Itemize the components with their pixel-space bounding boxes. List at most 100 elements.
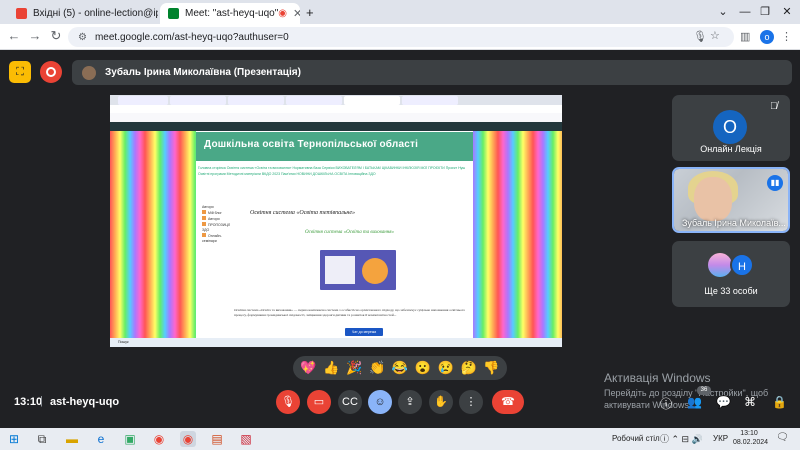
- presenter-label: Зубаль Ірина Миколаївна (Презентація): [105, 67, 301, 78]
- chat-icon[interactable]: 💬: [716, 395, 731, 409]
- people-icon[interactable]: 👥: [687, 395, 702, 409]
- avatar: Н: [730, 253, 754, 277]
- participant-name: Онлайн Лекція: [700, 144, 762, 154]
- reload-icon[interactable]: ↻: [48, 28, 64, 44]
- mic-off-button[interactable]: 🎙: [276, 390, 300, 414]
- start-icon[interactable]: ⊞: [6, 431, 22, 447]
- shared-blogger-bar: [110, 122, 562, 131]
- site-info-icon[interactable]: ⚙: [78, 32, 87, 43]
- clock-time: 13:10: [740, 430, 758, 437]
- blog-sidebar: Автори Мій блог Автори ПРОПОЗИЦІЇ ЗДО Он…: [202, 205, 236, 265]
- close-icon[interactable]: ✕: [293, 7, 300, 20]
- tab-label: Вхідні (5) - online-lection@ipp: [33, 8, 158, 19]
- reaction-thumbs-up-button[interactable]: 👍: [323, 360, 339, 376]
- app-icon[interactable]: ▣: [122, 431, 138, 447]
- info-icon[interactable]: ⓘ: [660, 395, 672, 412]
- rainbow-background-right: [473, 131, 562, 338]
- reaction-clap-button[interactable]: 👏: [369, 360, 385, 376]
- chat-badge: Чат до мережа: [345, 328, 383, 336]
- participant-tile[interactable]: 🎙̸ О Онлайн Лекція: [672, 95, 790, 161]
- stop-recording-button[interactable]: [40, 61, 62, 83]
- reaction-thinking-button[interactable]: 🤔: [460, 360, 476, 376]
- forward-icon[interactable]: →: [27, 28, 43, 43]
- sidebar-item: Онлайн-семінари: [202, 233, 222, 243]
- camera-off-button[interactable]: ▭: [307, 390, 331, 414]
- host-controls-icon[interactable]: 🔒: [772, 395, 787, 409]
- emoji-button[interactable]: ☺: [368, 390, 392, 414]
- participants-count-badge: 36: [697, 386, 711, 395]
- gmail-icon: [16, 8, 27, 19]
- sidebar-item: ПРОПОЗИЦІЇ ЗДО: [202, 222, 230, 232]
- profile-avatar[interactable]: o: [760, 30, 774, 44]
- record-icon: [46, 67, 56, 77]
- present-button[interactable]: ⇪: [398, 390, 422, 414]
- powerpoint-icon[interactable]: ▤: [209, 431, 225, 447]
- desktop-label[interactable]: Робочий стіл: [612, 434, 660, 443]
- end-call-button[interactable]: ☎: [492, 390, 524, 414]
- presenter-bar: Зубаль Ірина Миколаївна (Презентація): [72, 60, 792, 85]
- reaction-thumbs-down-button[interactable]: 👎: [483, 360, 499, 376]
- chrome-active-icon[interactable]: ◉: [180, 431, 196, 447]
- divider: |: [40, 395, 43, 407]
- microphone-icon[interactable]: 🎙: [693, 30, 707, 43]
- watermark-title: Активація Windows: [604, 371, 711, 385]
- taskbar-clock[interactable]: 13:10 08.02.2024: [733, 429, 769, 447]
- shared-address-bar: [110, 105, 562, 113]
- blog-menu: Головна сторінка Освітня система «Освіта…: [198, 166, 466, 176]
- edge-icon[interactable]: e: [93, 431, 109, 447]
- avatar: [82, 65, 96, 80]
- close-window-button[interactable]: ✕: [772, 3, 800, 21]
- activities-icon[interactable]: ⌘: [744, 395, 756, 409]
- more-participants-tile[interactable]: Н Ще 33 особи: [672, 241, 790, 307]
- more-options-button[interactable]: ⋮: [459, 390, 483, 414]
- participant-tile-speaking[interactable]: ▮▮ Зубаль Ірина Миколаїв...: [672, 167, 790, 233]
- blog-title: Дошкільна освіта Тернопільської області: [196, 132, 473, 161]
- captions-button[interactable]: CC: [338, 390, 362, 414]
- video-feed-detail: [694, 177, 732, 221]
- tab-inbox[interactable]: Вхідні (5) - online-lection@ipp ✕: [8, 3, 158, 24]
- reaction-party-button[interactable]: 🎉: [346, 360, 362, 376]
- reaction-heart-button[interactable]: 💖: [300, 360, 316, 376]
- shared-tab: [118, 96, 168, 105]
- shared-tab: [170, 96, 226, 105]
- raise-hand-button[interactable]: ✋: [429, 390, 453, 414]
- shared-tab: [286, 96, 342, 105]
- tab-meet[interactable]: Meet: "ast-heyq-uqo" ◉ ✕: [160, 3, 300, 24]
- clock-date: 08.02.2024: [733, 439, 769, 446]
- shared-bookmarks-bar: [110, 113, 562, 122]
- post-link: Освітня система «Освіта та виховання»: [305, 230, 395, 235]
- reactions-bar: 💖 👍 🎉 👏 😂 😮 😢 🤔 👎: [293, 356, 507, 380]
- new-tab-button[interactable]: +: [306, 5, 314, 20]
- language-indicator[interactable]: УКР: [713, 434, 728, 443]
- reaction-sad-button[interactable]: 😢: [438, 360, 454, 376]
- speaking-icon: ▮▮: [767, 175, 783, 191]
- task-view-icon[interactable]: ⧉: [34, 431, 50, 447]
- post-title: Освітня система «Освіта тетівпальне»: [250, 210, 356, 216]
- side-panel-icon[interactable]: ▥: [740, 30, 750, 43]
- url-text: meet.google.com/ast-heyq-uqo?authuser=0: [94, 31, 289, 43]
- reaction-surprised-button[interactable]: 😮: [415, 360, 431, 376]
- tab-label: Meet: "ast-heyq-uqo": [185, 8, 279, 19]
- back-icon[interactable]: ←: [6, 28, 22, 43]
- recording-icon: ◉: [278, 8, 287, 19]
- meeting-code: ast-heyq-uqo: [50, 396, 120, 408]
- avatar: О: [713, 110, 747, 144]
- presentation-icon[interactable]: ⛶: [9, 61, 31, 83]
- rainbow-background-left: [110, 131, 196, 338]
- notifications-icon[interactable]: 🗨: [776, 432, 789, 443]
- meeting-time: 13:10: [14, 396, 43, 408]
- reaction-laugh-button[interactable]: 😂: [392, 360, 408, 376]
- shared-tab: [402, 96, 458, 105]
- menu-icon[interactable]: ⋮: [781, 30, 792, 43]
- mic-off-icon: 🎙̸: [770, 101, 778, 112]
- address-bar[interactable]: ⚙ meet.google.com/ast-heyq-uqo?authuser=…: [68, 27, 734, 47]
- chrome-icon[interactable]: ◉: [151, 431, 167, 447]
- file-explorer-icon[interactable]: ▬: [64, 431, 80, 447]
- bookmark-star-icon[interactable]: ☆: [710, 29, 720, 42]
- shared-screen: Дошкільна освіта Тернопільської області …: [110, 95, 562, 347]
- avatar: [708, 253, 732, 277]
- app-icon[interactable]: ▧: [238, 431, 254, 447]
- tray-icons[interactable]: ⓘ ⌃ ⊟ 🔊: [660, 432, 703, 445]
- more-participants-label: Ще 33 особи: [704, 286, 758, 296]
- shared-tab: [344, 96, 400, 105]
